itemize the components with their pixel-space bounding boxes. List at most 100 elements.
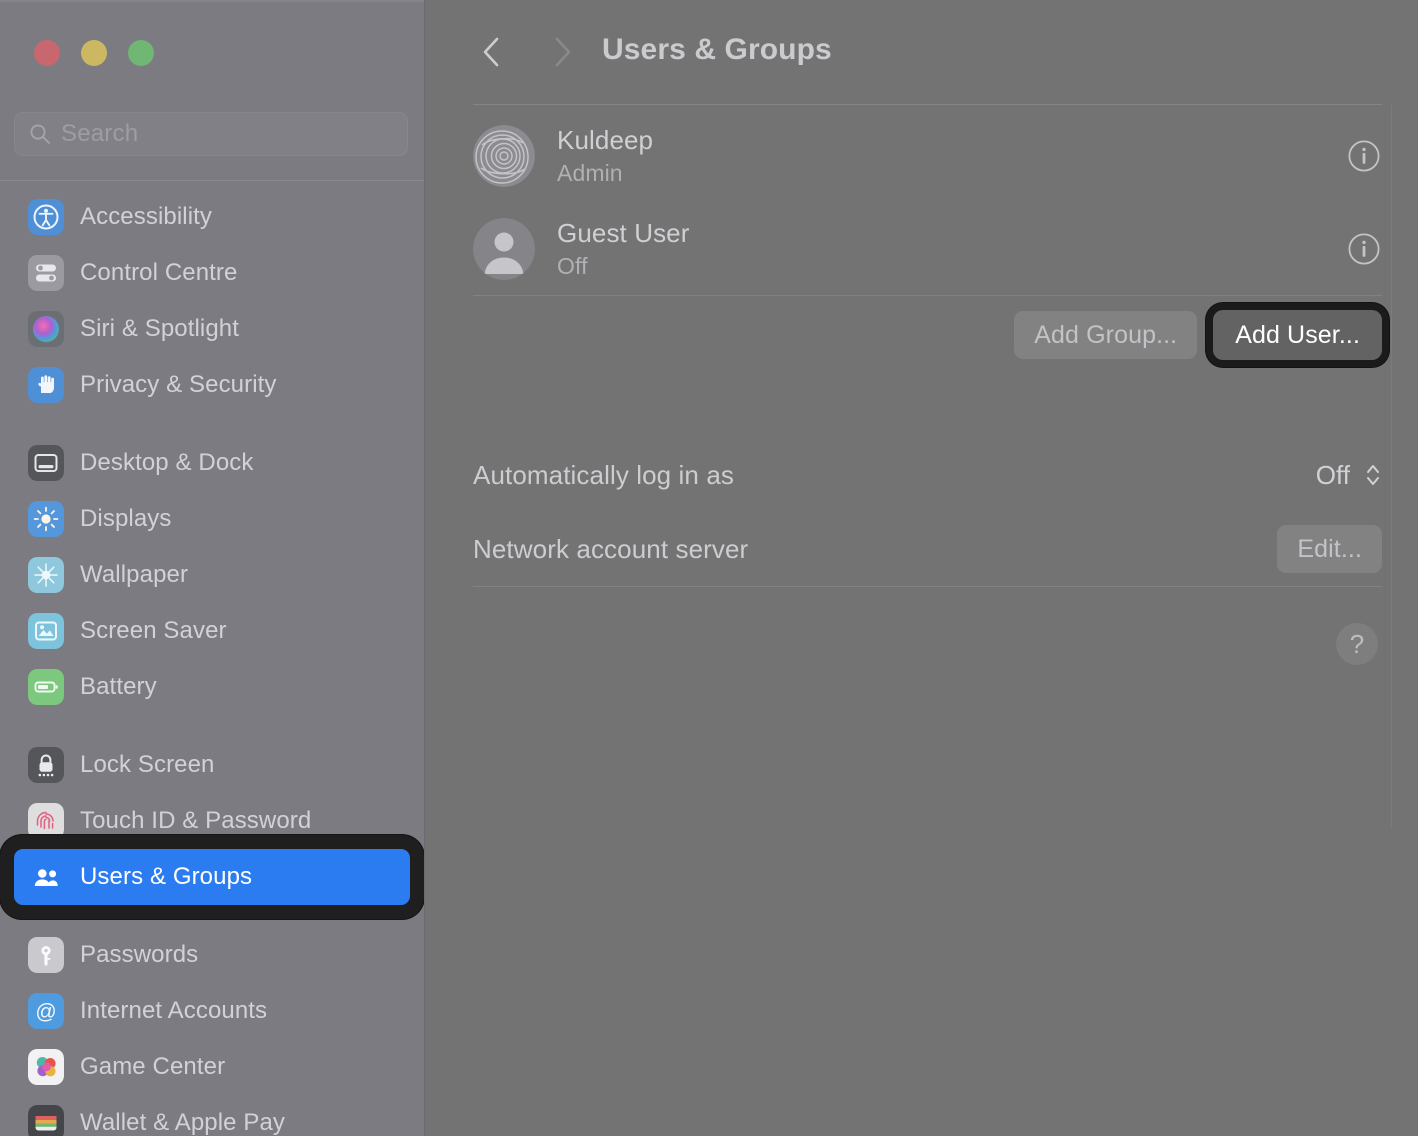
forward-button[interactable] [542, 31, 584, 73]
login-options-card: Automatically log in as Off Network acco… [473, 438, 1382, 587]
person-avatar [473, 217, 535, 280]
sidebar-item-lock-screen[interactable]: Lock Screen [14, 737, 410, 793]
users-list: Kuldeep Admin Guest User Off [425, 105, 1418, 296]
search-placeholder: Search [61, 120, 139, 147]
automatic-login-popup[interactable]: Off [1316, 460, 1382, 491]
help-row: ? [473, 623, 1378, 665]
sidebar-scroll-area[interactable]: Accessibility Control Centre Siri & Spot… [0, 181, 424, 1136]
sidebar-item-wallpaper[interactable]: Wallpaper [14, 547, 410, 603]
screen-saver-icon [28, 613, 64, 649]
content-pane: Users & Groups Kuldeep Admin Guest User … [425, 0, 1418, 1136]
sidebar-item-label: Game Center [80, 1053, 226, 1080]
fingerprint-avatar [473, 124, 535, 187]
add-user-button[interactable]: Add User... [1213, 310, 1382, 360]
sidebar-item-label: Lock Screen [80, 751, 215, 778]
chevron-up-down-icon [1367, 465, 1379, 485]
sidebar-group-4: Passwords @ Internet Accounts Game Cente… [0, 927, 424, 1136]
lock-screen-icon [28, 747, 64, 783]
sidebar-group-2: Desktop & Dock Displays Wallpaper Screen… [0, 435, 424, 715]
popup-value: Off [1315, 459, 1350, 490]
sidebar-item-label: Passwords [80, 941, 199, 968]
setting-label: Automatically log in as [473, 459, 734, 490]
sidebar-item-label: Screen Saver [80, 617, 227, 644]
settings-scroll-area[interactable]: Kuldeep Admin Guest User Off Add Group..… [425, 105, 1418, 1136]
sidebar-item-game-center[interactable]: Game Center [14, 1039, 410, 1095]
scrollbar-track[interactable] [1391, 105, 1392, 827]
wallpaper-icon [28, 557, 64, 593]
user-role: Off [557, 252, 588, 279]
sidebar-item-passwords[interactable]: Passwords [14, 927, 410, 983]
user-name: Guest User [557, 217, 690, 248]
passwords-icon [28, 937, 64, 973]
sidebar-item-internet-accounts[interactable]: @ Internet Accounts [14, 983, 410, 1039]
game-center-icon [28, 1049, 64, 1085]
search-input[interactable]: Search [14, 112, 408, 156]
page-title: Users & Groups [602, 33, 832, 66]
user-role: Admin [557, 159, 623, 186]
sidebar-item-touch-id[interactable]: Touch ID & Password [14, 793, 410, 849]
table-row[interactable]: Kuldeep Admin [473, 109, 1382, 202]
close-button[interactable] [34, 40, 60, 66]
sidebar-item-label: Desktop & Dock [80, 449, 254, 476]
sidebar-item-label: Touch ID & Password [80, 807, 312, 834]
search-container: Search [14, 112, 408, 156]
sidebar-item-label: Siri & Spotlight [80, 315, 240, 342]
automatic-login-row[interactable]: Automatically log in as Off [473, 438, 1382, 512]
network-account-server-row[interactable]: Network account server Edit... [473, 512, 1382, 586]
sidebar-group-3: Lock Screen Touch ID & Password Users & … [0, 737, 424, 905]
sidebar-item-displays[interactable]: Displays [14, 491, 410, 547]
sidebar-item-label: Control Centre [80, 259, 238, 286]
sidebar-item-accessibility[interactable]: Accessibility [14, 189, 410, 245]
accessibility-icon [28, 199, 64, 235]
sidebar-item-label: Wallpaper [80, 561, 189, 588]
info-circle-icon[interactable] [1346, 231, 1382, 267]
svg-text:@: @ [35, 1001, 56, 1024]
sidebar-item-battery[interactable]: Battery [14, 659, 410, 715]
siri-spotlight-icon [28, 311, 64, 347]
setting-label: Network account server [473, 533, 749, 564]
back-button[interactable] [470, 31, 512, 73]
user-name: Kuldeep [557, 124, 654, 155]
sidebar-item-label: Battery [80, 673, 157, 700]
privacy-security-icon [28, 367, 64, 403]
toolbar: Users & Groups [425, 0, 1418, 105]
help-button[interactable]: ? [1336, 623, 1378, 665]
zoom-button[interactable] [128, 40, 154, 66]
sidebar-item-label: Privacy & Security [80, 371, 277, 398]
desktop-dock-icon [28, 445, 64, 481]
wallet-apple-pay-icon [28, 1105, 64, 1136]
users-groups-icon [28, 859, 64, 895]
table-row[interactable]: Guest User Off [473, 202, 1382, 295]
sidebar-item-users-groups[interactable]: Users & Groups [14, 849, 410, 905]
system-settings-window: Search Accessibility Control Centre Siri… [0, 0, 1418, 1136]
control-centre-icon [28, 255, 64, 291]
edit-button[interactable]: Edit... [1277, 525, 1382, 573]
displays-icon [28, 501, 64, 537]
touch-id-icon [28, 803, 64, 839]
chevron-left-icon [483, 37, 499, 67]
sidebar-item-label: Displays [80, 505, 172, 532]
sidebar-item-desktop-dock[interactable]: Desktop & Dock [14, 435, 410, 491]
chevron-right-icon [555, 37, 571, 67]
info-circle-icon[interactable] [1346, 138, 1382, 174]
user-info: Guest User Off [557, 218, 1324, 280]
search-icon [29, 123, 51, 145]
sidebar-item-label: Users & Groups [80, 863, 253, 890]
sidebar-item-privacy-security[interactable]: Privacy & Security [14, 357, 410, 413]
battery-icon [28, 669, 64, 705]
sidebar-item-label: Internet Accounts [80, 997, 268, 1024]
sidebar: Search Accessibility Control Centre Siri… [0, 0, 425, 1136]
sidebar-group-1: Accessibility Control Centre Siri & Spot… [0, 189, 424, 413]
sidebar-item-siri-spotlight[interactable]: Siri & Spotlight [14, 301, 410, 357]
internet-accounts-icon: @ [28, 993, 64, 1029]
card-divider [473, 586, 1382, 587]
sidebar-item-wallet-apple-pay[interactable]: Wallet & Apple Pay [14, 1095, 410, 1136]
minimize-button[interactable] [81, 40, 107, 66]
add-group-button[interactable]: Add Group... [1014, 311, 1198, 359]
sidebar-item-label: Wallet & Apple Pay [80, 1109, 286, 1136]
sidebar-item-control-centre[interactable]: Control Centre [14, 245, 410, 301]
window-controls [34, 40, 154, 66]
sidebar-item-screen-saver[interactable]: Screen Saver [14, 603, 410, 659]
sidebar-item-label: Accessibility [80, 203, 212, 230]
user-info: Kuldeep Admin [557, 125, 1324, 187]
